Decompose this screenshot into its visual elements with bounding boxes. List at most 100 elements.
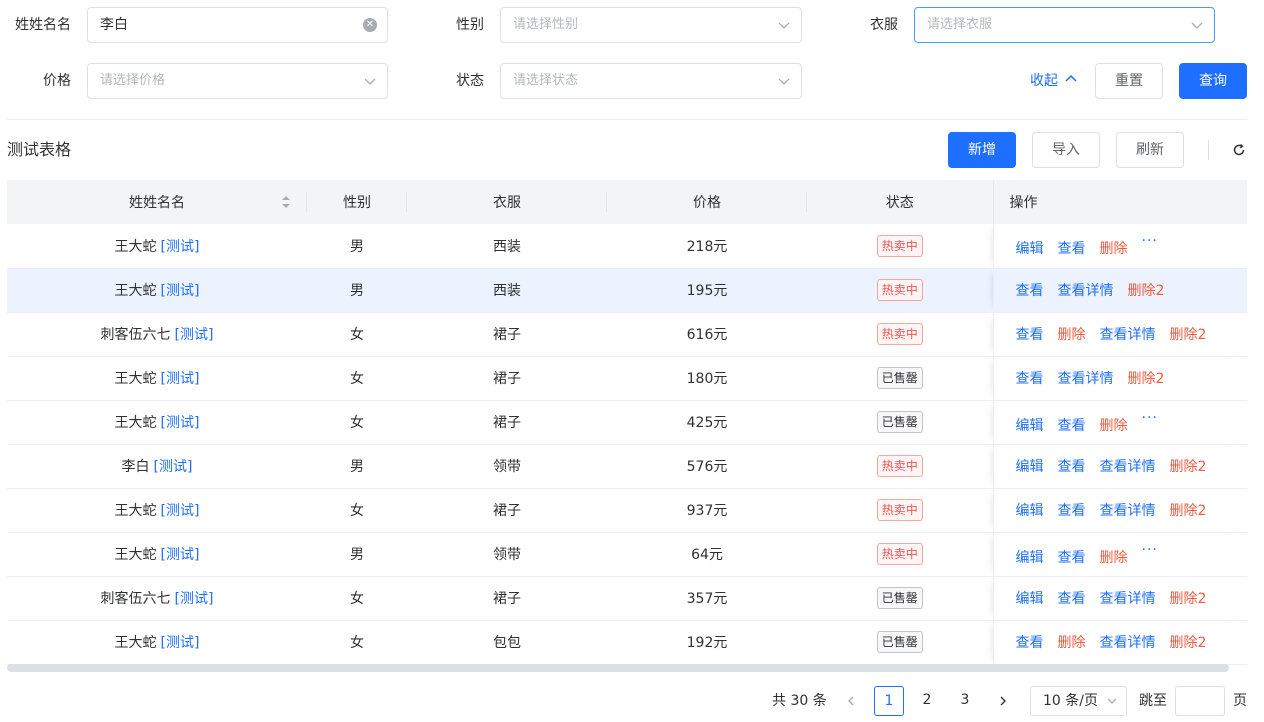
page-size-select[interactable]: 10 条/页 [1030,686,1127,716]
row-action-view-link[interactable]: 查看 [1016,368,1044,388]
name-filter-input[interactable]: 李白 ✕ [87,7,388,43]
test-tag-link[interactable]: [测试] [161,503,200,519]
table-row[interactable]: 李白 [测试] 男领带 576元 热卖中 编辑 查看 查看详情 删除2 [7,444,1247,489]
row-action-delete-link[interactable]: 删除2 [1128,368,1165,388]
row-action-view-link[interactable]: 编辑 [1016,547,1044,567]
row-action-delete-link[interactable]: 删除2 [1170,632,1207,652]
cell-clothes: 裙子 [407,356,607,401]
cell-gender: 女 [307,400,407,445]
prev-page-icon[interactable] [845,695,857,707]
row-action-delete-link[interactable]: 删除2 [1128,280,1165,300]
row-action-view-link[interactable]: 查看详情 [1058,368,1114,388]
row-action-view-link[interactable]: 查看详情 [1100,456,1156,476]
clothes-select[interactable]: 请选择衣服 [914,7,1215,43]
refresh-button[interactable]: 刷新 [1116,132,1184,168]
reset-button[interactable]: 重置 [1095,63,1163,99]
row-action-delete-link[interactable]: 删除 [1100,238,1128,258]
row-action-view-link[interactable]: 查看详情 [1100,324,1156,344]
page-2[interactable]: 2 [912,686,942,716]
row-action-view-link[interactable]: 编辑 [1016,500,1044,520]
row-action-delete-link[interactable]: 删除 [1100,415,1128,435]
column-header-name[interactable]: 姓姓名名 [7,180,307,224]
row-action-view-link[interactable]: 编辑 [1016,456,1044,476]
cell-actions: 编辑 查看 删除 ··· [992,224,1247,269]
row-action-delete-link[interactable]: 删除 [1100,547,1128,567]
cell-name: 刺客伍六七 [测试] [7,312,307,357]
row-action-view-link[interactable]: 查看 [1058,547,1086,567]
row-action-view-link[interactable]: 查看 [1058,456,1086,476]
cell-price: 218元 [607,224,807,269]
horizontal-scrollbar[interactable] [7,664,1229,672]
price-select[interactable]: 请选择价格 [87,63,388,99]
add-button[interactable]: 新增 [948,132,1016,168]
test-tag-link[interactable]: [测试] [161,547,200,563]
row-action-delete-link[interactable]: 删除 [1058,632,1086,652]
table-row[interactable]: 王大蛇 [测试] 女裙子 425元 已售罄 编辑 查看 删除 ··· [7,400,1247,445]
next-page-icon[interactable] [997,695,1009,707]
row-action-view-link[interactable]: 查看 [1058,238,1086,258]
row-action-view-link[interactable]: 查看 [1058,500,1086,520]
collapse-button[interactable]: 收起 [1030,63,1078,99]
table-row[interactable]: 王大蛇 [测试] 男领带 64元 热卖中 编辑 查看 删除 ··· [7,532,1247,577]
row-action-view-link[interactable]: 编辑 [1016,415,1044,435]
cell-name: 王大蛇 [测试] [7,400,307,445]
table-row[interactable]: 王大蛇 [测试] 女包包 192元 已售罄 查看 删除 查看详情 删除2 [7,620,1247,665]
row-action-delete-link[interactable]: 删除2 [1170,588,1207,608]
sort-icon[interactable] [281,194,291,210]
query-button[interactable]: 查询 [1179,63,1247,99]
table-row[interactable]: 王大蛇 [测试] 男西装 218元 热卖中 编辑 查看 删除 ··· [7,224,1247,269]
row-action-view-link[interactable]: 查看 [1016,280,1044,300]
row-action-view-link[interactable]: 查看详情 [1100,588,1156,608]
row-action-view-link[interactable]: 查看详情 [1100,632,1156,652]
refresh-circle-icon[interactable] [1232,143,1246,157]
row-action-view-link[interactable]: 编辑 [1016,238,1044,258]
cell-clothes: 领带 [407,444,607,489]
cell-price: 192元 [607,620,807,665]
gender-select[interactable]: 请选择性别 [500,7,802,43]
row-action-view-link[interactable]: 查看 [1058,415,1086,435]
page-3[interactable]: 3 [950,686,980,716]
more-actions-icon[interactable]: ··· [1142,542,1158,558]
more-actions-icon[interactable]: ··· [1142,233,1158,249]
cell-price: 195元 [607,268,807,313]
row-action-view-link[interactable]: 查看 [1058,588,1086,608]
test-tag-link[interactable]: [测试] [175,327,214,343]
row-action-view-link[interactable]: 查看详情 [1100,500,1156,520]
cell-actions: 编辑 查看 删除 ··· [992,400,1247,445]
row-action-view-link[interactable]: 查看 [1016,324,1044,344]
table-row[interactable]: 刺客伍六七 [测试] 女裙子 616元 热卖中 查看 删除 查看详情 删除2 [7,312,1247,357]
filter-divider [7,119,1247,120]
column-header-gender: 性别 [307,180,407,224]
row-action-delete-link[interactable]: 删除2 [1170,456,1207,476]
table-row[interactable]: 王大蛇 [测试] 男西装 195元 热卖中 查看 查看详情 删除2 [7,268,1247,313]
column-header-label: 性别 [343,195,371,211]
row-action-delete-link[interactable]: 删除2 [1170,324,1207,344]
row-action-view-link[interactable]: 编辑 [1016,588,1044,608]
row-action-delete-link[interactable]: 删除 [1058,324,1086,344]
cell-actions: 编辑 查看 查看详情 删除2 [992,488,1247,533]
row-action-view-link[interactable]: 查看详情 [1058,280,1114,300]
table-row[interactable]: 王大蛇 [测试] 女裙子 937元 热卖中 编辑 查看 查看详情 删除2 [7,488,1247,533]
table-row[interactable]: 刺客伍六七 [测试] 女裙子 357元 已售罄 编辑 查看 查看详情 删除2 [7,576,1247,621]
test-tag-link[interactable]: [测试] [161,283,200,299]
test-tag-link[interactable]: [测试] [161,239,200,255]
test-tag-link[interactable]: [测试] [161,415,200,431]
clear-icon[interactable]: ✕ [363,18,377,32]
test-tag-link[interactable]: [测试] [175,591,214,607]
more-actions-icon[interactable]: ··· [1142,410,1158,426]
page-1[interactable]: 1 [874,686,904,716]
cell-status: 热卖中 [807,268,993,313]
row-action-delete-link[interactable]: 删除2 [1170,500,1207,520]
status-select[interactable]: 请选择状态 [500,63,802,99]
jump-page-input[interactable] [1175,686,1225,716]
cell-status: 已售罄 [807,356,993,401]
cell-name-text: 王大蛇 [114,547,157,563]
row-action-view-link[interactable]: 查看 [1016,632,1044,652]
test-tag-link[interactable]: [测试] [161,635,200,651]
cell-gender: 女 [307,576,407,621]
test-tag-link[interactable]: [测试] [161,371,200,387]
test-tag-link[interactable]: [测试] [154,459,193,475]
table-row[interactable]: 王大蛇 [测试] 女裙子 180元 已售罄 查看 查看详情 删除2 [7,356,1247,401]
import-button[interactable]: 导入 [1032,132,1100,168]
cell-actions: 查看 删除 查看详情 删除2 [992,312,1247,357]
